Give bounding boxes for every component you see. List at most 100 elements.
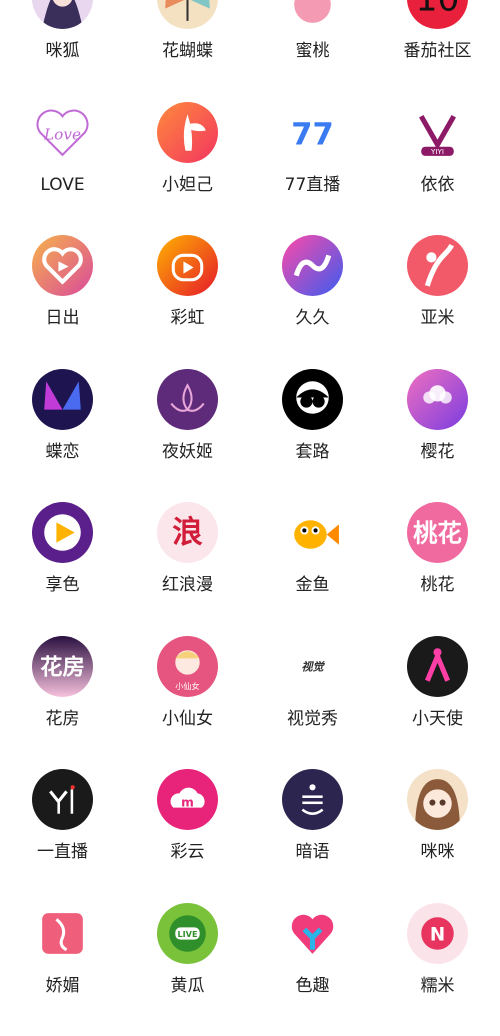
flower-house-icon[interactable]: 花房: [32, 636, 93, 697]
app-tile[interactable]: 色趣: [250, 903, 375, 1036]
svg-text:桃花: 桃花: [413, 519, 462, 548]
app-tile[interactable]: 小妲己: [125, 102, 250, 236]
lang-icon[interactable]: 浪: [157, 502, 218, 563]
little-fairy-icon[interactable]: 小仙女: [157, 636, 218, 697]
app-tile[interactable]: 亚米: [375, 235, 500, 369]
app-tile[interactable]: 樱花: [375, 369, 500, 503]
app-label: 糯米: [421, 976, 455, 996]
app-label: 小妲己: [162, 175, 213, 195]
app-label: 咪狐: [46, 41, 80, 61]
app-label: 依依: [421, 175, 455, 195]
app-tile[interactable]: 金鱼: [250, 502, 375, 636]
angel-icon[interactable]: [407, 636, 468, 697]
lady-icon[interactable]: [32, 903, 93, 964]
app-label: 彩虹: [171, 308, 205, 328]
yiyi-icon[interactable]: YIYI: [407, 102, 468, 163]
app-label: 77直播: [285, 175, 341, 195]
app-tile[interactable]: 暗语: [250, 769, 375, 903]
fairy-icon[interactable]: [157, 102, 218, 163]
jiujiu-icon[interactable]: [282, 235, 343, 296]
app-tile[interactable]: LIVE 黄瓜: [125, 903, 250, 1036]
app-tile[interactable]: 花房花房: [0, 636, 125, 770]
app-tile[interactable]: 10 番茄社区: [375, 0, 500, 102]
rainbow-play-icon[interactable]: [157, 235, 218, 296]
app-tile[interactable]: 咪狐: [0, 0, 125, 102]
app-label: LOVE: [40, 175, 84, 195]
app-label: 亚米: [421, 308, 455, 328]
app-tile[interactable]: 小仙女小仙女: [125, 636, 250, 770]
heart-play-icon[interactable]: [32, 235, 93, 296]
whisper-icon[interactable]: [282, 769, 343, 830]
lotus-icon[interactable]: [157, 369, 218, 430]
app-label: 花蝴蝶: [162, 41, 213, 61]
app-tile[interactable]: N 糯米: [375, 903, 500, 1036]
app-tile[interactable]: 视觉视觉秀: [250, 636, 375, 770]
app-tile[interactable]: 蜜桃: [250, 0, 375, 102]
app-tile[interactable]: 套路: [250, 369, 375, 503]
fox-girl-icon[interactable]: [32, 0, 93, 29]
app-tile[interactable]: 娇媚: [0, 903, 125, 1036]
app-tile[interactable]: 小天使: [375, 636, 500, 770]
ape-icon[interactable]: [282, 369, 343, 430]
svg-text:小仙女: 小仙女: [175, 680, 199, 690]
app-tile[interactable]: Love LOVE: [0, 102, 125, 236]
anime-girl-icon[interactable]: [407, 769, 468, 830]
app-tile[interactable]: 咪咪: [375, 769, 500, 903]
app-label: 享色: [46, 575, 80, 595]
app-tile[interactable]: 享色: [0, 502, 125, 636]
play-icon[interactable]: [32, 502, 93, 563]
app-label: 小仙女: [162, 709, 213, 729]
app-label: 樱花: [421, 442, 455, 462]
app-tile[interactable]: 77 77直播: [250, 102, 375, 236]
app-label: 番茄社区: [404, 41, 472, 61]
svg-text:视觉: 视觉: [301, 660, 325, 673]
77-live-icon[interactable]: 77: [282, 102, 343, 163]
cloud-icon[interactable]: m: [157, 769, 218, 830]
app-grid: 咪狐 花蝴蝶 蜜桃 10 番茄社区 Love LOVE 小妲己 77 77直播 YIYI 依依日出彩虹…: [0, 0, 500, 1036]
sakura-icon[interactable]: [407, 369, 468, 430]
butterfly-love-icon[interactable]: [32, 369, 93, 430]
app-tile[interactable]: 日出: [0, 235, 125, 369]
app-tile[interactable]: 蝶恋: [0, 369, 125, 503]
app-label: 金鱼: [296, 575, 330, 595]
svg-text:Love: Love: [43, 125, 81, 143]
tomato-community-icon[interactable]: 10: [407, 0, 468, 29]
goldfish-icon[interactable]: [282, 502, 343, 563]
visual-show-icon[interactable]: 视觉: [282, 636, 343, 697]
app-tile[interactable]: 桃花桃花: [375, 502, 500, 636]
svg-text:m: m: [181, 796, 194, 810]
svg-text:浪: 浪: [172, 515, 203, 551]
app-tile[interactable]: 彩虹: [125, 235, 250, 369]
app-tile[interactable]: 夜妖姬: [125, 369, 250, 503]
app-label: 久久: [296, 308, 330, 328]
yi-live-icon[interactable]: [32, 769, 93, 830]
app-label: 红浪漫: [162, 575, 213, 595]
app-label: 色趣: [296, 976, 330, 996]
app-tile[interactable]: YIYI 依依: [375, 102, 500, 236]
butterfly-icon[interactable]: [157, 0, 218, 29]
heart-y-icon[interactable]: [282, 903, 343, 964]
app-tile[interactable]: 花蝴蝶: [125, 0, 250, 102]
app-label: 娇媚: [46, 976, 80, 996]
app-tile[interactable]: 浪红浪漫: [125, 502, 250, 636]
svg-text:花房: 花房: [40, 653, 85, 680]
app-label: 桃花: [421, 575, 455, 595]
dancer-icon[interactable]: [407, 235, 468, 296]
cucumber-live-icon[interactable]: LIVE: [157, 903, 218, 964]
app-label: 花房: [46, 709, 80, 729]
app-label: 咪咪: [421, 842, 455, 862]
svg-text:N: N: [430, 924, 445, 945]
app-tile[interactable]: 一直播: [0, 769, 125, 903]
app-label: 视觉秀: [287, 709, 338, 729]
app-tile[interactable]: m彩云: [125, 769, 250, 903]
app-label: 黄瓜: [171, 976, 205, 996]
peach-icon[interactable]: [282, 0, 343, 29]
svg-text:77: 77: [291, 117, 333, 152]
nuomi-icon[interactable]: N: [407, 903, 468, 964]
peach-blossom-icon[interactable]: 桃花: [407, 502, 468, 563]
app-label: 小天使: [412, 709, 463, 729]
app-label: 暗语: [296, 842, 330, 862]
love-icon[interactable]: Love: [32, 102, 93, 163]
app-label: 套路: [296, 442, 330, 462]
app-tile[interactable]: 久久: [250, 235, 375, 369]
